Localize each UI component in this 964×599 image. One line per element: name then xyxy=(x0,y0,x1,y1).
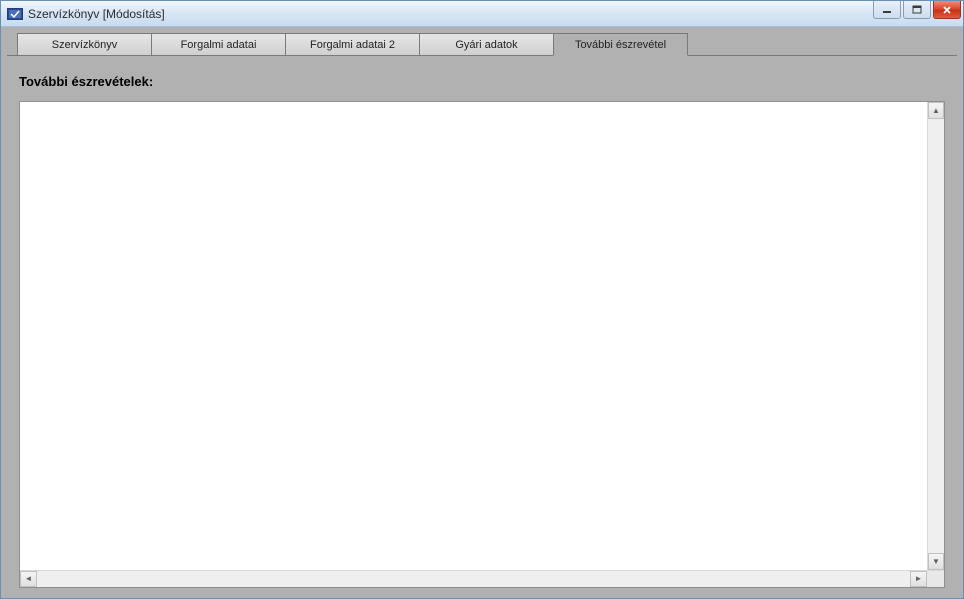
chevron-down-icon: ▼ xyxy=(932,558,940,566)
tab-panel-tovabbi-eszrevetel: További észrevételek: ▲ ▼ xyxy=(7,55,957,598)
tab-strip: Szervízkönyv Forgalmi adatai Forgalmi ad… xyxy=(17,33,957,55)
scroll-left-button[interactable]: ◄ xyxy=(20,571,37,587)
tab-tovabbi-eszrevetel[interactable]: További észrevétel xyxy=(553,33,688,56)
maximize-button[interactable] xyxy=(903,1,931,19)
tab-label: Forgalmi adatai xyxy=(181,39,257,51)
content-area: Szervízkönyv Forgalmi adatai Forgalmi ad… xyxy=(1,27,963,598)
remarks-textarea-container: ▲ ▼ ◄ ► xyxy=(19,101,945,588)
close-button[interactable] xyxy=(933,1,961,19)
window-controls xyxy=(871,1,963,26)
app-window: Szervízkönyv [Módosítás] xyxy=(0,0,964,599)
scroll-corner xyxy=(927,571,944,587)
horizontal-scroll-track[interactable] xyxy=(37,571,910,587)
window-title: Szervízkönyv [Módosítás] xyxy=(28,7,871,21)
textarea-inner: ▲ ▼ xyxy=(20,102,944,570)
tab-label: Szervízkönyv xyxy=(52,39,117,51)
tab-forgalmi-adatai-2[interactable]: Forgalmi adatai 2 xyxy=(285,33,420,55)
remarks-textarea[interactable] xyxy=(20,102,927,570)
tab-szervizkonyv[interactable]: Szervízkönyv xyxy=(17,33,152,55)
tab-label: Gyári adatok xyxy=(455,39,517,51)
app-icon xyxy=(7,7,23,21)
scroll-right-button[interactable]: ► xyxy=(910,571,927,587)
tab-forgalmi-adatai[interactable]: Forgalmi adatai xyxy=(151,33,286,55)
vertical-scroll-track[interactable] xyxy=(928,119,944,553)
titlebar: Szervízkönyv [Módosítás] xyxy=(1,1,963,27)
scroll-down-button[interactable]: ▼ xyxy=(928,553,944,570)
tab-label: Forgalmi adatai 2 xyxy=(310,39,395,51)
scroll-up-button[interactable]: ▲ xyxy=(928,102,944,119)
vertical-scrollbar[interactable]: ▲ ▼ xyxy=(927,102,944,570)
chevron-up-icon: ▲ xyxy=(932,107,940,115)
horizontal-scrollbar[interactable]: ◄ ► xyxy=(20,570,944,587)
minimize-button[interactable] xyxy=(873,1,901,19)
section-label: További észrevételek: xyxy=(19,74,945,89)
tab-label: További észrevétel xyxy=(575,39,666,51)
chevron-left-icon: ◄ xyxy=(25,575,33,583)
chevron-right-icon: ► xyxy=(915,575,923,583)
tab-gyari-adatok[interactable]: Gyári adatok xyxy=(419,33,554,55)
